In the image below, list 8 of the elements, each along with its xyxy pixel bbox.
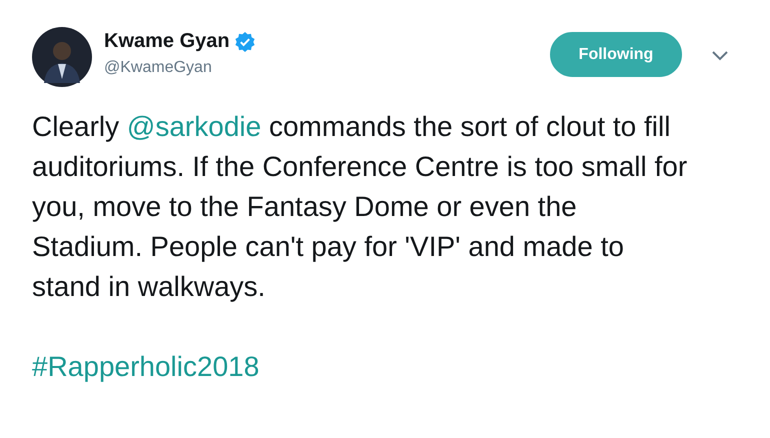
author-name[interactable]: Kwame Gyan bbox=[104, 30, 230, 53]
following-button[interactable]: Following bbox=[550, 32, 682, 77]
chevron-down-icon[interactable] bbox=[712, 51, 728, 61]
tweet-text: Clearly @sarkodie commands the sort of clout to fill auditoriums. If the Conference Centre is too small for you, move to the Fantasy Dome or even the Stadium. People can't pay for 'VIP' and made to stand in walkways. bbox=[32, 110, 688, 304]
author-handle[interactable]: @KwameGyan bbox=[104, 59, 550, 77]
hashtag-link[interactable]: #Rapperholic2018 bbox=[32, 351, 260, 382]
mention-link[interactable]: @sarkodie bbox=[126, 111, 262, 142]
avatar-silhouette bbox=[32, 27, 92, 87]
